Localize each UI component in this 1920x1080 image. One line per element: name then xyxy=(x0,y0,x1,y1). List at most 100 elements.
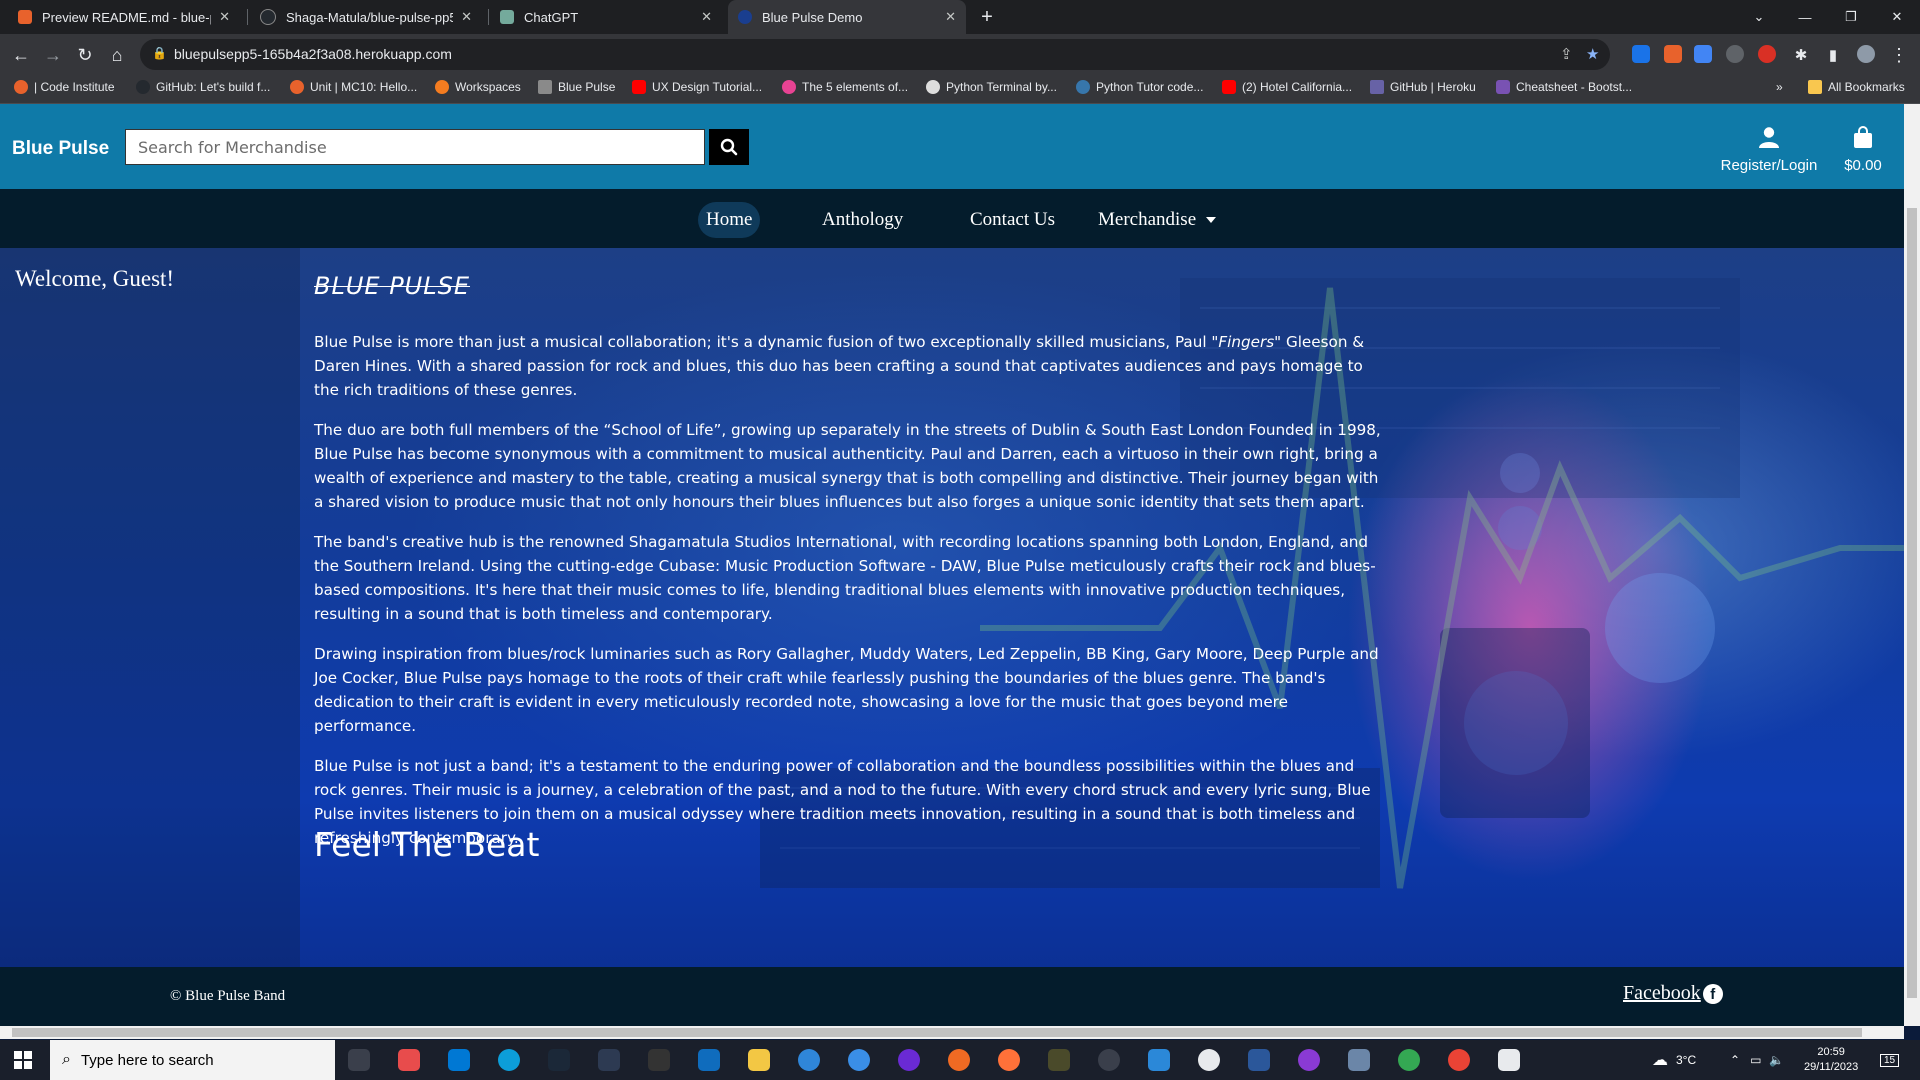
paint-icon[interactable] xyxy=(1498,1049,1520,1071)
side-panel-icon[interactable]: ▮ xyxy=(1820,42,1846,68)
restore-button[interactable]: ❐ xyxy=(1828,0,1874,34)
tagline-heading: Feel The Beat xyxy=(314,825,540,864)
bookmark-star-icon[interactable]: ★ xyxy=(1586,45,1599,63)
search-field[interactable] xyxy=(125,129,710,165)
search-input[interactable] xyxy=(126,130,710,164)
app-blue-icon[interactable] xyxy=(798,1049,820,1071)
app-b-icon[interactable] xyxy=(648,1049,670,1071)
bookmark-workspaces[interactable]: Workspaces xyxy=(435,80,521,94)
windows-start-icon[interactable] xyxy=(14,1051,32,1069)
extension-w-icon[interactable] xyxy=(1726,45,1744,63)
bookmark-python-tutor[interactable]: Python Tutor code... xyxy=(1076,80,1203,94)
photos-icon[interactable] xyxy=(1148,1049,1170,1071)
bookmark-code-institute[interactable]: | Code Institute xyxy=(14,80,115,94)
extension-fox-icon[interactable] xyxy=(1664,45,1682,63)
mail-icon[interactable] xyxy=(698,1049,720,1071)
app-sync-icon[interactable] xyxy=(848,1049,870,1071)
xbox-icon[interactable] xyxy=(598,1049,620,1071)
close-tab-icon[interactable]: ✕ xyxy=(461,9,472,25)
app-icon[interactable] xyxy=(398,1049,420,1071)
close-tab-icon[interactable]: ✕ xyxy=(945,9,956,25)
word-icon[interactable] xyxy=(1248,1049,1270,1071)
close-window-button[interactable]: ✕ xyxy=(1874,0,1920,34)
steam-icon[interactable] xyxy=(548,1049,570,1071)
extensions-puzzle-icon[interactable]: ✱ xyxy=(1788,42,1814,68)
new-tab-button[interactable]: + xyxy=(975,0,999,34)
clock-time: 20:59 xyxy=(1817,1046,1845,1058)
facebook-link[interactable]: Facebook f xyxy=(1623,982,1723,1005)
forward-arrow-icon[interactable]: → xyxy=(40,42,66,68)
vertical-scrollbar[interactable] xyxy=(1904,104,1920,1026)
app-purple-icon[interactable] xyxy=(898,1049,920,1071)
profile-avatar[interactable] xyxy=(1857,45,1875,63)
chrome-icon[interactable] xyxy=(1398,1049,1420,1071)
app-violet-icon[interactable] xyxy=(1298,1049,1320,1071)
browser-tab-github[interactable]: Shaga-Matula/blue-pulse-pp5 ✕ xyxy=(250,0,482,34)
bookmark-unit-mc10[interactable]: Unit | MC10: Hello... xyxy=(290,80,417,94)
nav-contact-us[interactable]: Contact Us xyxy=(962,202,1063,238)
bookmark-github-heroku[interactable]: GitHub | Heroku xyxy=(1370,80,1476,94)
horizontal-scroll-thumb[interactable] xyxy=(12,1028,1862,1037)
file-explorer-icon[interactable] xyxy=(748,1049,770,1071)
bookmark-hotel-california[interactable]: (2) Hotel California... xyxy=(1222,80,1352,94)
bookmark-ux-design[interactable]: UX Design Tutorial... xyxy=(632,80,762,94)
bookmark-label: Python Tutor code... xyxy=(1096,80,1204,94)
bookmark-label: (2) Hotel California... xyxy=(1242,80,1353,94)
bookmark-cheatsheet[interactable]: Cheatsheet - Bootst... xyxy=(1496,80,1632,94)
tab-search-icon[interactable]: ⌄ xyxy=(1736,0,1782,34)
chrome-active-icon[interactable] xyxy=(1448,1049,1470,1071)
search-button[interactable] xyxy=(709,129,749,165)
ea-icon[interactable] xyxy=(948,1049,970,1071)
vertical-scroll-thumb[interactable] xyxy=(1907,208,1917,998)
firefox-icon[interactable] xyxy=(998,1049,1020,1071)
app-game-icon[interactable] xyxy=(1048,1049,1070,1071)
close-tab-icon[interactable]: ✕ xyxy=(701,9,712,25)
youtube-icon xyxy=(1222,80,1236,94)
reload-icon[interactable]: ↻ xyxy=(72,42,98,68)
app-notification-icon[interactable] xyxy=(1198,1049,1220,1071)
browser-tab-blue-pulse[interactable]: Blue Pulse Demo ✕ xyxy=(728,0,966,34)
nav-merchandise-dropdown[interactable]: Merchandise xyxy=(1090,202,1224,238)
vscode-icon[interactable] xyxy=(448,1049,470,1071)
share-icon[interactable]: ⇪ xyxy=(1560,45,1573,63)
close-tab-icon[interactable]: ✕ xyxy=(219,9,230,25)
back-arrow-icon[interactable]: ← xyxy=(8,42,34,68)
nav-home[interactable]: Home xyxy=(698,202,761,238)
browser-tab-chatgpt[interactable]: ChatGPT ✕ xyxy=(490,0,722,34)
hero-section: Welcome, Guest! BLUE PULSE Blue Pulse is… xyxy=(0,248,1904,984)
browser-tab-readme[interactable]: Preview README.md - blue-pulse ✕ xyxy=(8,0,240,34)
horizontal-scrollbar[interactable] xyxy=(0,1026,1904,1039)
bookmarks-overflow-button[interactable]: » xyxy=(1776,80,1783,94)
taskbar-search-box[interactable]: ⌕ Type here to search xyxy=(50,1040,335,1080)
tab-label: Preview README.md - blue-pulse xyxy=(42,9,211,25)
bookmark-python-terminal[interactable]: Python Terminal by... xyxy=(926,80,1057,94)
url-text: bluepulsepp5-165b4a2f3a08.herokuapp.com xyxy=(174,46,452,62)
bookmark-github-build[interactable]: GitHub: Let's build f... xyxy=(136,80,270,94)
clock[interactable]: 20:59 29/11/2023 xyxy=(1804,1040,1858,1080)
home-icon[interactable]: ⌂ xyxy=(104,42,130,68)
account-label: Register/Login xyxy=(1720,157,1818,174)
nav-anthology[interactable]: Anthology xyxy=(814,202,911,238)
address-bar[interactable]: 🔒 bluepulsepp5-165b4a2f3a08.herokuapp.co… xyxy=(140,39,1610,70)
edge-icon[interactable] xyxy=(498,1049,520,1071)
browser-menu-icon[interactable]: ⋮ xyxy=(1886,42,1912,68)
shopping-bag-link[interactable]: $0.00 xyxy=(1840,126,1886,174)
all-bookmarks-folder[interactable]: All Bookmarks xyxy=(1808,80,1905,94)
site-brand-link[interactable]: Blue Pulse xyxy=(12,138,109,160)
bookmark-label: Unit | MC10: Hello... xyxy=(310,80,418,94)
about-paragraph-1: Blue Pulse is more than just a musical c… xyxy=(314,333,1365,399)
extension-docs-icon[interactable] xyxy=(1694,45,1712,63)
minimize-button[interactable]: — xyxy=(1782,0,1828,34)
notifications-button[interactable]: 15 xyxy=(1880,1040,1900,1080)
task-view-icon[interactable] xyxy=(348,1049,370,1071)
bookmark-blue-pulse[interactable]: Blue Pulse xyxy=(538,80,615,94)
extension-red-icon[interactable] xyxy=(1758,45,1776,63)
bookmark-5-elements[interactable]: The 5 elements of... xyxy=(782,80,908,94)
register-login-link[interactable]: Register/Login xyxy=(1718,126,1820,174)
bookmark-icon xyxy=(290,80,304,94)
tray-icons[interactable]: ⌃ ▭ 🔈 xyxy=(1730,1040,1784,1080)
weather-widget[interactable]: ☁ 3°C xyxy=(1652,1040,1696,1080)
postgres-icon[interactable] xyxy=(1348,1049,1370,1071)
extension-new-icon[interactable] xyxy=(1632,45,1650,63)
speedometer-icon[interactable] xyxy=(1098,1049,1120,1071)
